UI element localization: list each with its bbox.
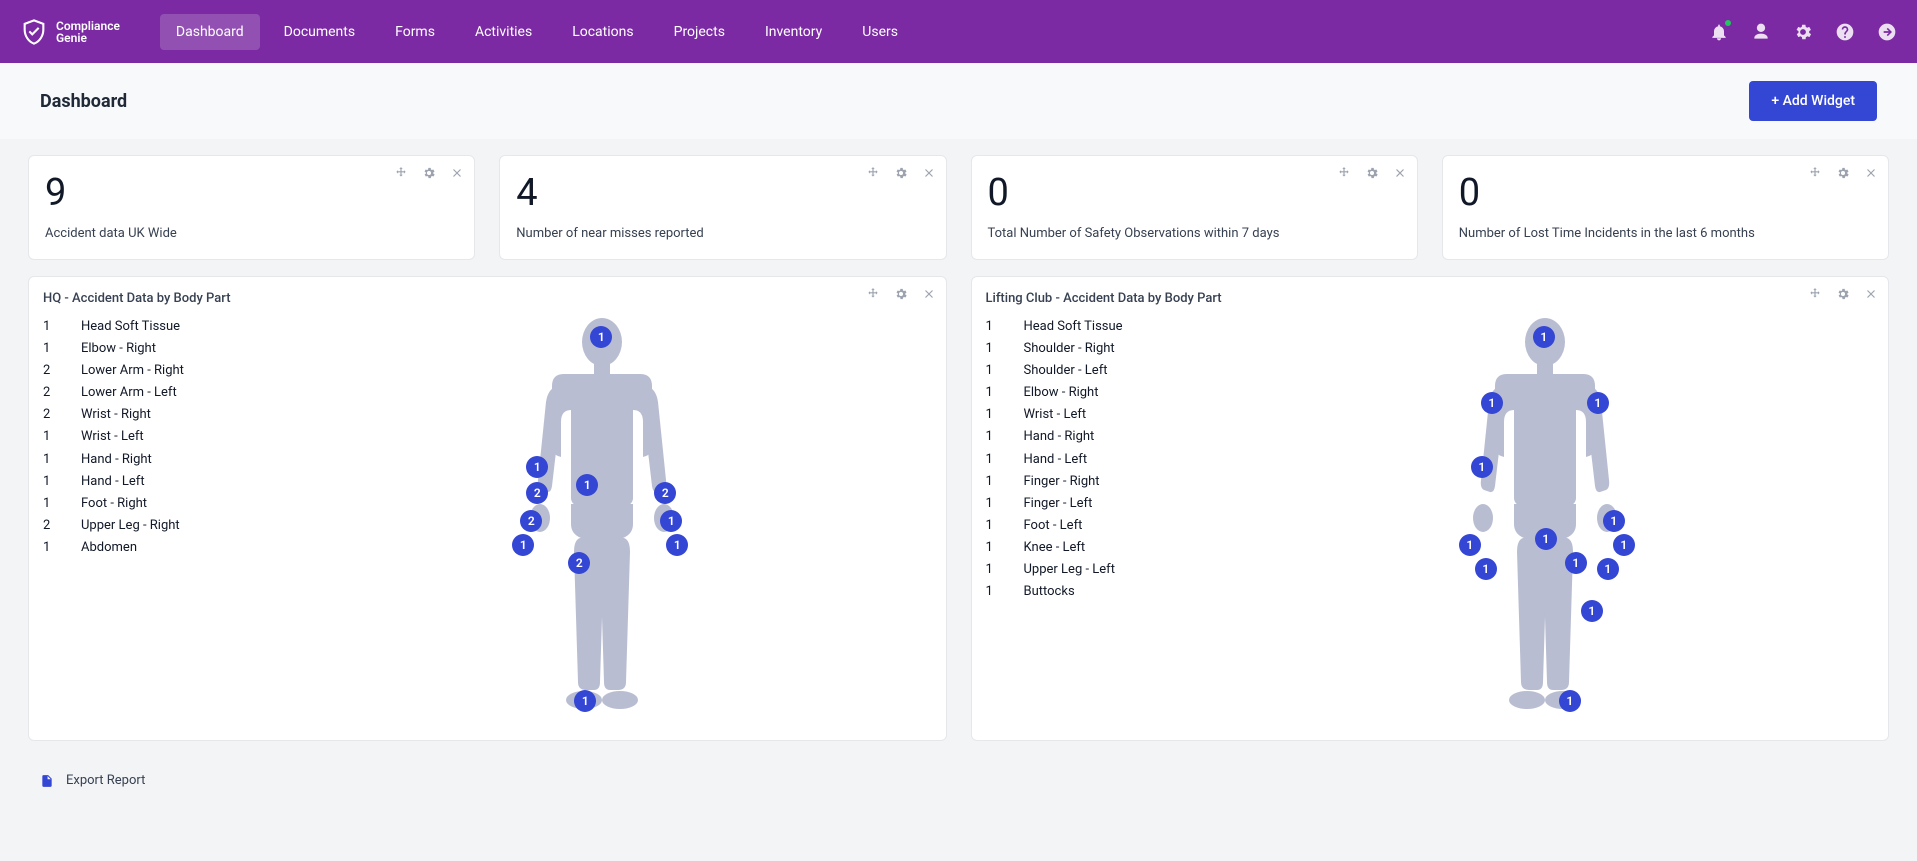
document-icon	[40, 774, 54, 788]
list-item: 1Hand - Left	[986, 449, 1196, 471]
brand[interactable]: Compliance Genie	[20, 18, 120, 46]
list-item: 1Head Soft Tissue	[986, 316, 1196, 338]
top-navbar: Compliance Genie DashboardDocumentsForms…	[0, 0, 1917, 63]
stat-label: Accident data UK Wide	[45, 226, 458, 241]
move-icon[interactable]	[1337, 166, 1351, 180]
widget-title: HQ - Accident Data by Body Part	[43, 291, 932, 306]
nav-item-locations[interactable]: Locations	[556, 14, 649, 50]
logout-icon[interactable]	[1877, 22, 1897, 42]
page-title: Dashboard	[40, 91, 127, 112]
stat-card: 0Number of Lost Time Incidents in the la…	[1442, 155, 1889, 260]
body-marker[interactable]: 1	[1475, 558, 1497, 580]
body-row: HQ - Accident Data by Body Part 1Head Sof…	[28, 276, 1889, 741]
nav-right	[1709, 22, 1897, 42]
list-item: 1Finger - Right	[986, 471, 1196, 493]
nav-item-users[interactable]: Users	[846, 14, 914, 50]
body-marker[interactable]: 1	[1587, 392, 1609, 414]
move-icon[interactable]	[866, 166, 880, 180]
body-part-list: 1Head Soft Tissue1Elbow - Right2Lower Ar…	[43, 316, 253, 716]
body-figure: 11122211121	[273, 316, 932, 716]
body-marker[interactable]: 1	[1533, 326, 1555, 348]
stat-card: 4Number of near misses reported	[499, 155, 946, 260]
body-marker[interactable]: 1	[1565, 552, 1587, 574]
body-marker[interactable]: 1	[1481, 392, 1503, 414]
help-icon[interactable]	[1835, 22, 1855, 42]
list-item: 1Knee - Left	[986, 537, 1196, 559]
list-item: 1Hand - Right	[43, 449, 253, 471]
move-icon[interactable]	[1808, 166, 1822, 180]
body-figure: 1111111111111	[1216, 316, 1875, 716]
list-item: 1Abdomen	[43, 537, 253, 559]
gear-icon[interactable]	[894, 287, 908, 301]
nav-item-dashboard[interactable]: Dashboard	[160, 14, 260, 50]
gear-icon[interactable]	[422, 166, 436, 180]
list-item: 1Upper Leg - Left	[986, 559, 1196, 581]
body-marker[interactable]: 1	[1597, 558, 1619, 580]
list-item: 1Foot - Right	[43, 493, 253, 515]
stat-label: Total Number of Safety Observations with…	[988, 226, 1401, 241]
move-icon[interactable]	[1808, 287, 1822, 301]
stat-row: 9Accident data UK Wide 4Number of near m…	[28, 155, 1889, 260]
page-header: Dashboard + Add Widget	[0, 63, 1917, 139]
list-item: 1Finger - Left	[986, 493, 1196, 515]
notification-dot	[1725, 20, 1731, 26]
list-item: 1Head Soft Tissue	[43, 316, 253, 338]
list-item: 2Upper Leg - Right	[43, 515, 253, 537]
list-item: 1Wrist - Left	[43, 426, 253, 448]
body-marker[interactable]: 1	[1581, 600, 1603, 622]
move-icon[interactable]	[866, 287, 880, 301]
move-icon[interactable]	[394, 166, 408, 180]
nav-item-inventory[interactable]: Inventory	[749, 14, 838, 50]
list-item: 1Wrist - Left	[986, 404, 1196, 426]
list-item: 1Elbow - Right	[43, 338, 253, 360]
stat-card: 0Total Number of Safety Observations wit…	[971, 155, 1418, 260]
close-icon[interactable]	[450, 166, 464, 180]
body-part-widget: HQ - Accident Data by Body Part 1Head Sof…	[28, 276, 947, 741]
body-marker[interactable]: 1	[1535, 528, 1557, 550]
stat-card: 9Accident data UK Wide	[28, 155, 475, 260]
stat-label: Number of near misses reported	[516, 226, 929, 241]
export-report-link[interactable]: Export Report	[0, 757, 1917, 808]
brand-text: Compliance Genie	[56, 20, 120, 44]
body-marker[interactable]: 1	[1459, 534, 1481, 556]
list-item: 1Shoulder - Left	[986, 360, 1196, 382]
close-icon[interactable]	[922, 287, 936, 301]
list-item: 1Hand - Left	[43, 471, 253, 493]
add-widget-button[interactable]: + Add Widget	[1749, 81, 1877, 121]
list-item: 2Lower Arm - Left	[43, 382, 253, 404]
widget-title: Lifting Club - Accident Data by Body Par…	[986, 291, 1875, 306]
dashboard-grid: 9Accident data UK Wide 4Number of near m…	[0, 139, 1917, 757]
list-item: 1Elbow - Right	[986, 382, 1196, 404]
close-icon[interactable]	[1864, 287, 1878, 301]
close-icon[interactable]	[1864, 166, 1878, 180]
close-icon[interactable]	[1393, 166, 1407, 180]
list-item: 2Wrist - Right	[43, 404, 253, 426]
body-marker[interactable]: 1	[1471, 456, 1493, 478]
body-marker[interactable]: 1	[1613, 534, 1635, 556]
gear-icon[interactable]	[1836, 287, 1850, 301]
list-item: 1Foot - Left	[986, 515, 1196, 537]
nav-item-activities[interactable]: Activities	[459, 14, 548, 50]
shield-check-icon	[20, 18, 48, 46]
body-marker[interactable]: 1	[1603, 510, 1625, 532]
gear-icon[interactable]	[894, 166, 908, 180]
nav-item-projects[interactable]: Projects	[658, 14, 741, 50]
gear-icon[interactable]	[1836, 166, 1850, 180]
body-part-widget: Lifting Club - Accident Data by Body Par…	[971, 276, 1890, 741]
nav-items: DashboardDocumentsFormsActivitiesLocatio…	[160, 14, 1709, 50]
body-part-list: 1Head Soft Tissue1Shoulder - Right1Shoul…	[986, 316, 1196, 716]
list-item: 1Shoulder - Right	[986, 338, 1196, 360]
user-icon[interactable]	[1751, 22, 1771, 42]
bell-icon[interactable]	[1709, 22, 1729, 42]
nav-item-forms[interactable]: Forms	[379, 14, 451, 50]
nav-item-documents[interactable]: Documents	[268, 14, 371, 50]
gear-icon[interactable]	[1793, 22, 1813, 42]
body-marker[interactable]: 1	[1559, 690, 1581, 712]
list-item: 1Buttocks	[986, 581, 1196, 603]
gear-icon[interactable]	[1365, 166, 1379, 180]
list-item: 2Lower Arm - Right	[43, 360, 253, 382]
list-item: 1Hand - Right	[986, 426, 1196, 448]
stat-label: Number of Lost Time Incidents in the las…	[1459, 226, 1872, 241]
close-icon[interactable]	[922, 166, 936, 180]
